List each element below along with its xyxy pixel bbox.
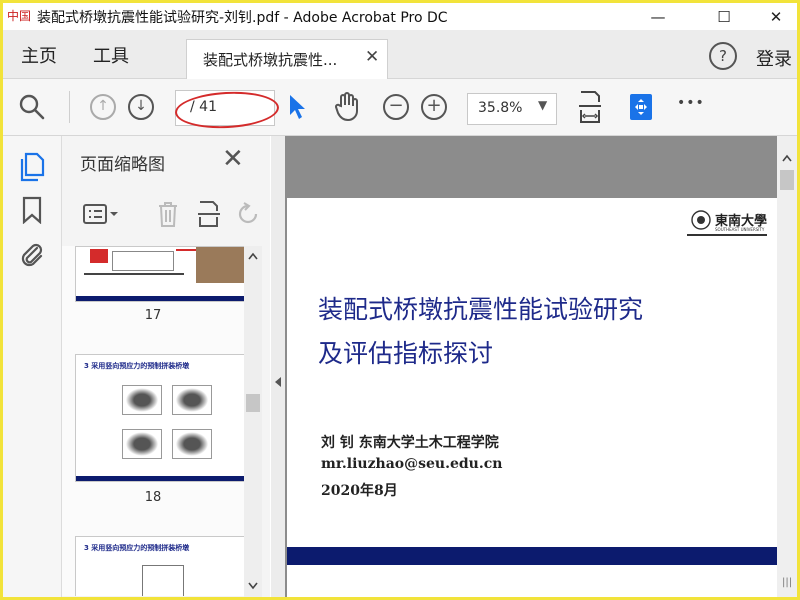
search-icon[interactable] [19,94,45,124]
zoom-dropdown[interactable]: 35.8% ▼ [467,93,557,125]
thumbnail-figure [84,273,184,275]
zoom-in-icon[interactable]: + [421,94,447,120]
thumbnail-number: 18 [144,490,162,505]
minimize-button[interactable]: — [635,3,681,30]
scroll-down-arrow-icon[interactable] [248,582,258,590]
slide-title-line-2: 及评估指标探讨 [318,339,494,368]
university-seal-icon [691,210,711,230]
thumbnail-footer-band [76,476,244,481]
thumbnail-photo [196,247,244,283]
author-email: mr.liuzhao@seu.edu.cn [321,456,503,472]
maximize-button[interactable]: ☐ [701,3,747,30]
scroll-mode-icon[interactable] [628,92,654,126]
thumbnail-figure [90,249,108,263]
toolbar-divider [69,91,70,123]
document-scrollbar[interactable]: ||| [777,136,797,597]
login-button[interactable]: 登录 [756,45,792,71]
chevron-down-icon: ▼ [538,98,548,112]
collapse-arrow-icon[interactable] [274,376,282,388]
thumbnail-plot [122,385,162,415]
thumbnails-icon[interactable] [19,152,45,186]
document-tab-label: 装配式桥墩抗震性... [203,51,338,69]
window-title: 装配式桥墩抗震性能试验研究-刘钊.pdf - Adobe Acrobat Pro… [37,10,448,26]
app-window: 中国 装配式桥墩抗震性能试验研究-刘钊.pdf - Adobe Acrobat … [0,0,800,600]
more-tools-icon[interactable]: ••• [677,95,705,111]
pdf-page: 東南大學 SOUTHEAST UNIVERSITY 装配式桥墩抗震性能试验研究 … [287,198,777,597]
logo-underline [687,234,767,236]
help-icon[interactable]: ? [709,42,737,70]
select-cursor-icon[interactable] [287,93,307,125]
tab-close-icon[interactable]: ✕ [365,47,379,67]
attachments-icon[interactable] [19,240,45,272]
thumbnail-number: 17 [144,308,162,323]
document-tab[interactable]: 装配式桥墩抗震性... ✕ [186,39,388,79]
thumbnail-list[interactable]: 17 3 采用竖向预应力的预制拼装桥墩 18 3 采用竖向预应力的预制拼装桥墩 [62,246,244,596]
pane-title: 页面缩略图 [80,155,165,175]
thumbnail-pane: 页面缩略图 ✕ 17 3 采用竖向预应力的预制拼装桥墩 18 3 采用竖向预应力… [62,136,270,597]
presentation-date: 2020年8月 [321,483,398,499]
university-logo: 東南大學 SOUTHEAST UNIVERSITY [687,210,767,236]
options-icon[interactable] [82,202,122,230]
thumbnail-plot [172,429,212,459]
author-line: 刘 钊 东南大学土木工程学院 [321,435,499,451]
undo-icon[interactable] [236,202,258,230]
bookmarks-icon[interactable] [21,196,43,228]
scrollbar-thumb[interactable] [246,394,260,412]
extract-icon[interactable] [196,200,222,232]
scrollbar-thumb[interactable] [780,170,794,190]
zoom-out-icon[interactable]: − [383,94,409,120]
scroll-down-icon[interactable]: ↓ [128,94,154,120]
tools-menu[interactable]: 工具 [93,42,129,68]
thumbnail-page[interactable]: 3 采用竖向预应力的预制拼装桥墩 [75,536,244,596]
scroll-up-icon[interactable]: ↑ [90,94,116,120]
thumbnail-plot [122,429,162,459]
scroll-up-arrow-icon[interactable] [248,252,258,260]
resize-grip-icon: ||| [782,577,793,588]
pane-collapse-handle[interactable] [271,136,285,597]
thumbnail-caption: 3 采用竖向预应力的预制拼装桥墩 [84,544,190,552]
university-name-en: SOUTHEAST UNIVERSITY [715,227,765,232]
thumbnail-page[interactable] [75,246,244,302]
toolbar: ↑ ↓ / 41 − + 35.8% ▼ ••• [3,79,797,136]
slide-footer-band [287,547,777,565]
thumbnail-scrollbar[interactable] [244,246,262,597]
thumbnail-caption: 3 采用竖向预应力的预制拼装桥墩 [84,362,190,370]
close-icon[interactable]: ✕ [222,144,244,174]
fit-page-icon[interactable] [577,90,603,128]
app-logo-watermark: 中国 [7,9,32,23]
document-view[interactable]: 東南大學 SOUTHEAST UNIVERSITY 装配式桥墩抗震性能试验研究 … [271,136,797,597]
thumbnail-footer-band [76,296,244,301]
left-rail [3,136,62,597]
delete-icon[interactable] [156,200,180,232]
thumbnail-page[interactable]: 3 采用竖向预应力的预制拼装桥墩 [75,354,244,482]
close-window-button[interactable]: ✕ [753,3,797,30]
thumbnail-figure [142,565,184,596]
home-menu[interactable]: 主页 [21,42,57,68]
thumbnail-plot [172,385,212,415]
scroll-up-arrow-icon[interactable] [782,154,792,162]
menu-bar: 主页 工具 装配式桥墩抗震性... ✕ ? 登录 [3,30,797,79]
slide-title-line-1: 装配式桥墩抗震性能试验研究 [318,295,644,324]
hand-icon[interactable] [333,92,361,126]
title-bar: 中国 装配式桥墩抗震性能试验研究-刘钊.pdf - Adobe Acrobat … [3,3,797,30]
zoom-value: 35.8% [478,100,523,116]
thumbnail-figure [112,251,174,271]
slide-title: 装配式桥墩抗震性能试验研究 及评估指标探讨 [318,288,643,376]
